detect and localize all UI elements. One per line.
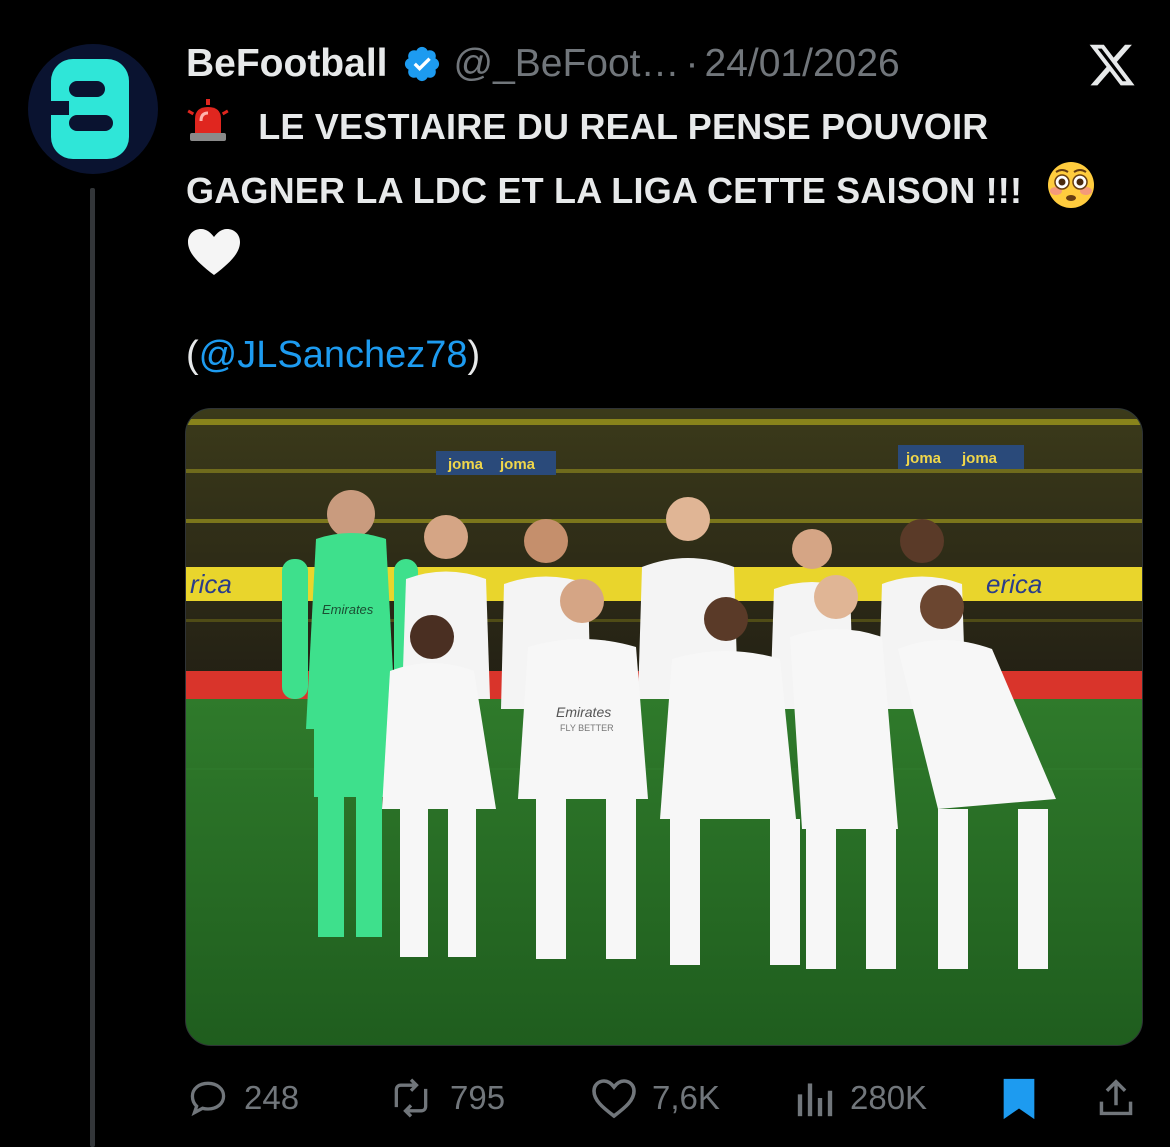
stadium-board-4: joma — [961, 450, 998, 467]
kit-sponsor: Emirates — [556, 704, 611, 720]
side-board-right: erica — [986, 569, 1042, 599]
thread-line — [90, 188, 95, 1147]
tweet-text: LE VESTIAIRE DU REAL PENSE POUVOIR GAGNE… — [186, 98, 1146, 294]
bookmark-filled-icon — [1003, 1078, 1035, 1120]
mention-link[interactable]: @JLSanchez78 — [199, 334, 468, 376]
gk-sponsor: Emirates — [322, 602, 374, 617]
bookmark-button[interactable] — [998, 1070, 1040, 1126]
tweet-text-line-2: GAGNER LA LDC ET LA LIGA CETTE SAISON !!… — [186, 170, 1023, 211]
mention-line: (@JLSanchez78) — [186, 328, 480, 382]
share-button[interactable] — [1096, 1070, 1136, 1126]
verified-badge-icon — [402, 44, 442, 84]
white-heart-icon — [186, 227, 242, 294]
stadium-board-3: joma — [905, 450, 942, 467]
mention-open-paren: ( — [186, 334, 199, 376]
like-button[interactable]: 7,6K — [590, 1070, 720, 1126]
stadium-board-1: joma — [447, 456, 484, 473]
like-count: 7,6K — [652, 1079, 720, 1116]
views-button[interactable]: 280K — [796, 1070, 927, 1126]
reply-count: 248 — [244, 1079, 300, 1116]
kit-sponsor-sub: FLY BETTER — [560, 723, 614, 733]
heart-icon — [592, 1079, 636, 1119]
share-icon — [1099, 1079, 1133, 1116]
view-count: 280K — [850, 1079, 928, 1116]
tweet-text-line-1: LE VESTIAIRE DU REAL PENSE POUVOIR — [258, 106, 989, 147]
reply-button[interactable]: 248 — [186, 1070, 299, 1126]
author-name[interactable]: BeFootball — [186, 42, 388, 86]
side-board-left: rica — [190, 569, 232, 599]
flushed-face-icon — [1046, 160, 1096, 227]
author-avatar[interactable] — [28, 44, 158, 174]
tweet-actions: 248 795 7,6K 280K — [186, 1070, 1136, 1126]
repost-button[interactable]: 795 — [386, 1070, 505, 1126]
rotating-light-icon — [186, 98, 230, 160]
stadium-board-2: joma — [499, 456, 536, 473]
mention-close-paren: ) — [467, 334, 481, 376]
befootball-logo-icon — [51, 59, 129, 159]
reply-icon — [190, 1081, 226, 1117]
header-separator: · — [685, 42, 699, 85]
tweet-header: BeFootball @_BeFoot… · 24/01/2026 — [186, 38, 900, 90]
tweet-media-image[interactable]: joma joma joma joma rica erica Emirates — [185, 408, 1143, 1046]
repost-count: 795 — [450, 1079, 506, 1116]
author-handle[interactable]: @_BeFoot… — [454, 42, 680, 86]
tweet-date[interactable]: 24/01/2026 — [705, 42, 900, 86]
repost-icon — [394, 1078, 428, 1118]
x-logo-icon — [1086, 40, 1138, 90]
views-icon — [797, 1083, 833, 1117]
team-photo: joma joma joma joma rica erica Emirates — [186, 409, 1142, 1045]
